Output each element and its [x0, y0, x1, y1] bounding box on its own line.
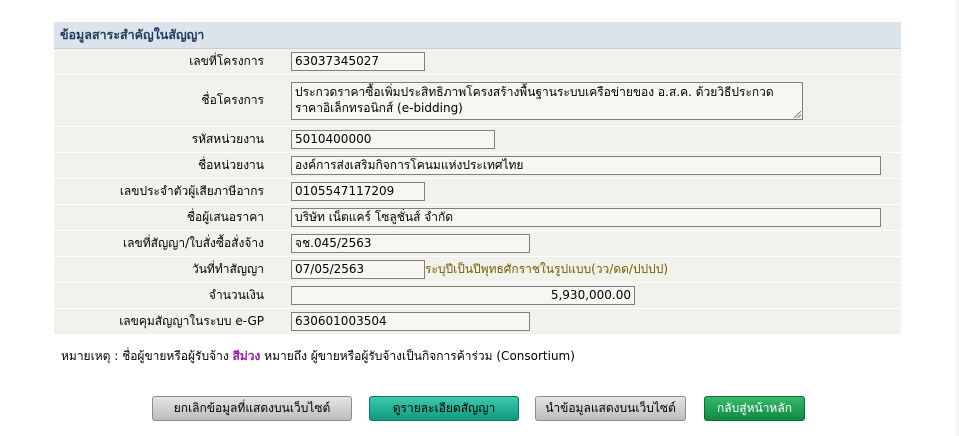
- amount-label: จำนวนเงิน: [208, 288, 264, 302]
- row-contract-no: เลขที่สัญญา/ใบสั่งซื้อสั่งจ้าง จช.045/25…: [54, 231, 901, 257]
- amount-field[interactable]: 5,930,000.00: [291, 286, 635, 305]
- top-strip: [0, 0, 959, 8]
- row-agency-name: ชื่อหน่วยงาน องค์การส่งเสริมกิจการโคนมแห…: [54, 153, 901, 179]
- agency-name-label: ชื่อหน่วยงาน: [197, 158, 264, 172]
- contract-info-panel: ข้อมูลสาระสำคัญในสัญญา เลขที่โครงการ 630…: [54, 22, 901, 335]
- consortium-note: หมายเหตุ : ชื่อผู้ขายหรือผู้รับจ้าง สีม่…: [61, 347, 575, 366]
- agency-name-field[interactable]: องค์การส่งเสริมกิจการโคนมแห่งประเทศไทย: [291, 156, 881, 175]
- note-prefix: หมายเหตุ : ชื่อผู้ขายหรือผู้รับจ้าง: [61, 349, 229, 363]
- row-amount: จำนวนเงิน 5,930,000.00: [54, 283, 901, 309]
- row-egp-control-no: เลขคุมสัญญาในระบบ e-GP 630601003504: [54, 309, 901, 335]
- row-tax-id: เลขประจำตัวผู้เสียภาษีอากร 0105547117209: [54, 179, 901, 205]
- contract-date-field[interactable]: 07/05/2563: [291, 260, 425, 279]
- resize-grip-icon[interactable]: [794, 110, 801, 118]
- cancel-display-button[interactable]: ยกเลิกข้อมูลที่แสดงบนเว็บไซต์: [152, 396, 352, 421]
- note-suffix: หมายถึง ผู้ขายหรือผู้รับจ้างเป็นกิจการค้…: [264, 349, 575, 363]
- tax-id-label: เลขประจำตัวผู้เสียภาษีอากร: [119, 184, 264, 198]
- row-project-name: ชื่อโครงการ ประกวดราคาซื้อเพิ่มประสิทธิภ…: [54, 75, 901, 127]
- agency-code-field[interactable]: 5010400000: [291, 130, 495, 149]
- egp-control-no-field[interactable]: 630601003504: [291, 312, 530, 331]
- contract-date-label: วันที่ทำสัญญา: [191, 262, 264, 276]
- back-home-button[interactable]: กลับสู่หน้าหลัก: [704, 396, 805, 421]
- tax-id-field[interactable]: 0105547117209: [291, 182, 425, 201]
- row-bidder-name: ชื่อผู้เสนอราคา บริษัท เน็ตแคร์ โซลูชั่น…: [54, 205, 901, 231]
- note-purple-word: สีม่วง: [232, 349, 261, 363]
- view-contract-button[interactable]: ดูรายละเอียดสัญญา: [369, 396, 519, 421]
- row-project-no: เลขที่โครงการ 63037345027: [54, 49, 901, 75]
- bidder-name-label: ชื่อผู้เสนอราคา: [186, 210, 264, 224]
- row-contract-date: วันที่ทำสัญญา 07/05/2563 ระบุปีเป็นปีพุท…: [54, 257, 901, 283]
- project-name-label: ชื่อโครงการ: [201, 93, 264, 107]
- agency-code-label: รหัสหน่วยงาน: [191, 132, 264, 146]
- project-no-label: เลขที่โครงการ: [189, 54, 264, 68]
- date-format-hint: ระบุปีเป็นปีพุทธศักราชในรูปแบบ(วว/ดด/ปปป…: [425, 262, 669, 276]
- right-edge-shadow: [953, 0, 959, 436]
- bidder-name-field[interactable]: บริษัท เน็ตแคร์ โซลูชั่นส์ จำกัด: [291, 208, 881, 227]
- project-no-field[interactable]: 63037345027: [291, 52, 425, 71]
- project-name-textarea[interactable]: ประกวดราคาซื้อเพิ่มประสิทธิภาพโครงสร้างพ…: [291, 81, 803, 120]
- publish-button[interactable]: นำข้อมูลแสดงบนเว็บไซต์: [535, 396, 686, 421]
- contract-no-label: เลขที่สัญญา/ใบสั่งซื้อสั่งจ้าง: [123, 236, 264, 250]
- row-agency-code: รหัสหน่วยงาน 5010400000: [54, 127, 901, 153]
- egp-control-no-label: เลขคุมสัญญาในระบบ e-GP: [119, 314, 264, 328]
- project-name-text: ประกวดราคาซื้อเพิ่มประสิทธิภาพโครงสร้างพ…: [295, 84, 774, 115]
- contract-no-field[interactable]: จช.045/2563: [291, 234, 530, 253]
- panel-title: ข้อมูลสาระสำคัญในสัญญา: [54, 22, 901, 49]
